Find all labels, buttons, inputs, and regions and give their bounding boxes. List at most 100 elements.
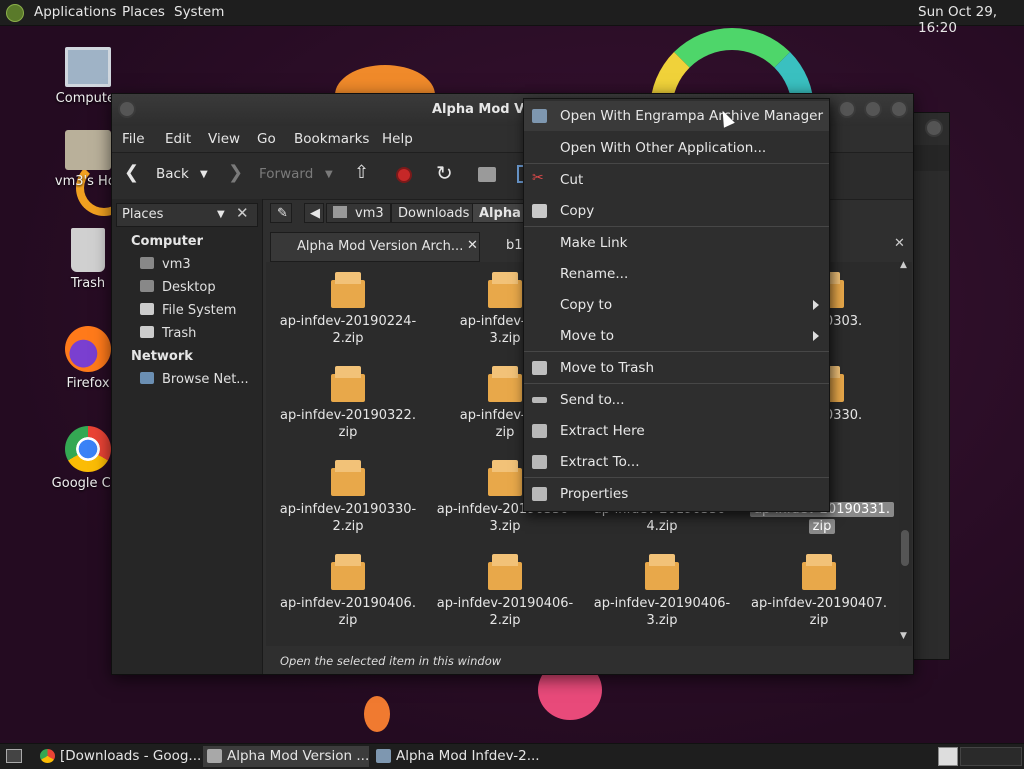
submenu-arrow-icon	[813, 300, 819, 310]
menu-bookmarks[interactable]: Bookmarks	[294, 131, 369, 147]
menu-item-copy-to[interactable]: Copy to	[524, 290, 829, 320]
tab-close-icon[interactable]: ✕	[467, 238, 478, 253]
sidebar-header-network: Network	[131, 349, 193, 364]
menu-item-move-to[interactable]: Move to	[524, 321, 829, 351]
file-item[interactable]: ap-infdev-20190406- 2.zip	[430, 554, 580, 629]
back-button[interactable]: Back	[156, 166, 189, 182]
window-menu-button[interactable]	[118, 100, 136, 118]
home-folder-icon	[65, 130, 111, 170]
network-icon	[140, 372, 154, 384]
breadcrumb-vm3[interactable]: vm3	[326, 203, 391, 223]
archive-file-icon	[645, 554, 679, 590]
menu-edit[interactable]: Edit	[165, 131, 191, 147]
menu-file[interactable]: File	[122, 131, 145, 147]
menu-item-properties[interactable]: Properties	[524, 479, 829, 509]
back-arrow-icon[interactable]: ❮	[124, 162, 139, 183]
file-item[interactable]: ap-infdev-20190406. zip	[273, 554, 423, 629]
forward-button[interactable]: Forward	[259, 166, 313, 182]
send-icon	[532, 397, 547, 403]
menu-item-send-to[interactable]: Send to...	[524, 385, 829, 415]
sidebar-item-vm3[interactable]: vm3	[140, 257, 191, 272]
archive-file-icon	[802, 554, 836, 590]
menu-item-open-with-other[interactable]: Open With Other Application...	[524, 133, 829, 163]
edit-location-icon[interactable]: ✎	[270, 203, 292, 223]
file-item[interactable]: ap-infdev-20190407. zip	[744, 554, 894, 629]
menu-item-make-link[interactable]: Make Link	[524, 228, 829, 258]
menu-item-rename[interactable]: Rename...	[524, 259, 829, 289]
menu-help[interactable]: Help	[382, 131, 413, 147]
stop-icon[interactable]	[396, 167, 412, 183]
menu-item-move-to-trash[interactable]: Move to Trash	[524, 353, 829, 383]
mate-logo-icon[interactable]	[6, 4, 24, 22]
scrollbar-thumb[interactable]	[901, 530, 909, 566]
menu-item-open-with-engrampa[interactable]: Open With Engrampa Archive Manager	[524, 101, 829, 131]
archive-file-icon	[488, 554, 522, 590]
chrome-icon	[40, 749, 55, 763]
taskbar-item-engrampa[interactable]: Alpha Mod Infdev-2...	[372, 746, 540, 767]
close-button[interactable]	[890, 100, 908, 118]
taskbar-item-file-manager[interactable]: Alpha Mod Version ...	[203, 746, 369, 767]
archive-file-icon	[331, 554, 365, 590]
menu-view[interactable]: View	[208, 131, 240, 147]
folder-icon	[207, 749, 222, 763]
tab-b1[interactable]: b1	[482, 232, 523, 262]
reload-icon[interactable]: ↻	[436, 161, 453, 185]
home-icon[interactable]	[478, 167, 496, 182]
clock[interactable]: Sun Oct 29, 16:20	[918, 4, 1024, 36]
sidebar-item-trash[interactable]: Trash	[140, 326, 196, 341]
scrollbar[interactable]: ▲ ▼	[899, 260, 911, 646]
show-desktop-icon[interactable]	[6, 749, 22, 763]
forward-arrow-icon[interactable]: ❯	[228, 162, 243, 183]
menu-item-extract-to[interactable]: Extract To...	[524, 447, 829, 477]
minimize-button[interactable]	[838, 100, 856, 118]
breadcrumb-downloads[interactable]: Downloads	[391, 203, 477, 223]
menu-go[interactable]: Go	[257, 131, 276, 147]
archive-file-icon	[331, 366, 365, 402]
sidebar: Places ▼ ✕ Computer vm3 Desktop File Sys…	[112, 199, 263, 674]
status-text: Open the selected item in this window	[280, 654, 502, 668]
computer-icon	[65, 47, 111, 87]
sidebar-item-desktop[interactable]: Desktop	[140, 280, 216, 295]
scroll-down-icon[interactable]: ▼	[900, 631, 907, 641]
places-menu[interactable]: Places	[122, 4, 165, 20]
forward-history-chevron-down-icon[interactable]: ▼	[325, 169, 333, 180]
archive-file-icon	[488, 366, 522, 402]
drive-icon	[140, 303, 154, 315]
system-menu[interactable]: System	[174, 4, 224, 20]
file-item[interactable]: ap-infdev-20190406- 3.zip	[587, 554, 737, 629]
bottom-panel: [Downloads - Goog... Alpha Mod Version .…	[0, 743, 1024, 769]
bg-shape-small	[364, 696, 390, 732]
maximize-button[interactable]	[864, 100, 882, 118]
menu-item-cut[interactable]: ✂ Cut	[524, 165, 829, 195]
archive-file-icon	[488, 272, 522, 308]
scroll-up-icon[interactable]: ▲	[900, 260, 907, 270]
chrome-icon	[65, 426, 111, 472]
top-panel: Applications Places System Sun Oct 29, 1…	[0, 0, 1024, 36]
path-left-arrow-icon[interactable]: ◀	[304, 203, 324, 223]
sidebar-item-file-system[interactable]: File System	[140, 303, 236, 318]
workspace-switcher-2[interactable]	[960, 747, 1022, 766]
taskbar-item-chrome[interactable]: [Downloads - Goog...	[36, 746, 202, 767]
archive-file-icon	[331, 272, 365, 308]
back-history-chevron-down-icon[interactable]: ▼	[200, 169, 208, 180]
workspace-switcher[interactable]	[938, 747, 958, 766]
close-sidebar-icon[interactable]: ✕	[236, 204, 249, 222]
file-item[interactable]: ap-infdev-20190224- 2.zip	[273, 272, 423, 347]
extract-icon	[532, 455, 547, 469]
file-item[interactable]: ap-infdev-20190322. zip	[273, 366, 423, 441]
desktop-icon	[140, 280, 154, 292]
firefox-icon	[65, 326, 111, 372]
tab-close-icon-right[interactable]: ✕	[894, 236, 905, 251]
up-arrow-icon[interactable]: ⇧	[354, 162, 369, 183]
sidebar-header-computer: Computer	[131, 234, 204, 249]
file-item[interactable]: ap-infdev-20190330- 2.zip	[273, 460, 423, 535]
back-window-close-icon[interactable]	[925, 119, 943, 137]
tab-alpha-mod-version[interactable]: Alpha Mod Version Arch... ✕	[270, 232, 480, 262]
sidebar-item-browse-network[interactable]: Browse Net...	[140, 372, 249, 387]
menu-separator	[524, 383, 829, 384]
menu-item-copy[interactable]: Copy	[524, 196, 829, 226]
menu-separator	[524, 477, 829, 478]
applications-menu[interactable]: Applications	[34, 4, 116, 20]
menu-item-extract-here[interactable]: Extract Here	[524, 416, 829, 446]
status-bar: Open the selected item in this window	[266, 650, 912, 672]
